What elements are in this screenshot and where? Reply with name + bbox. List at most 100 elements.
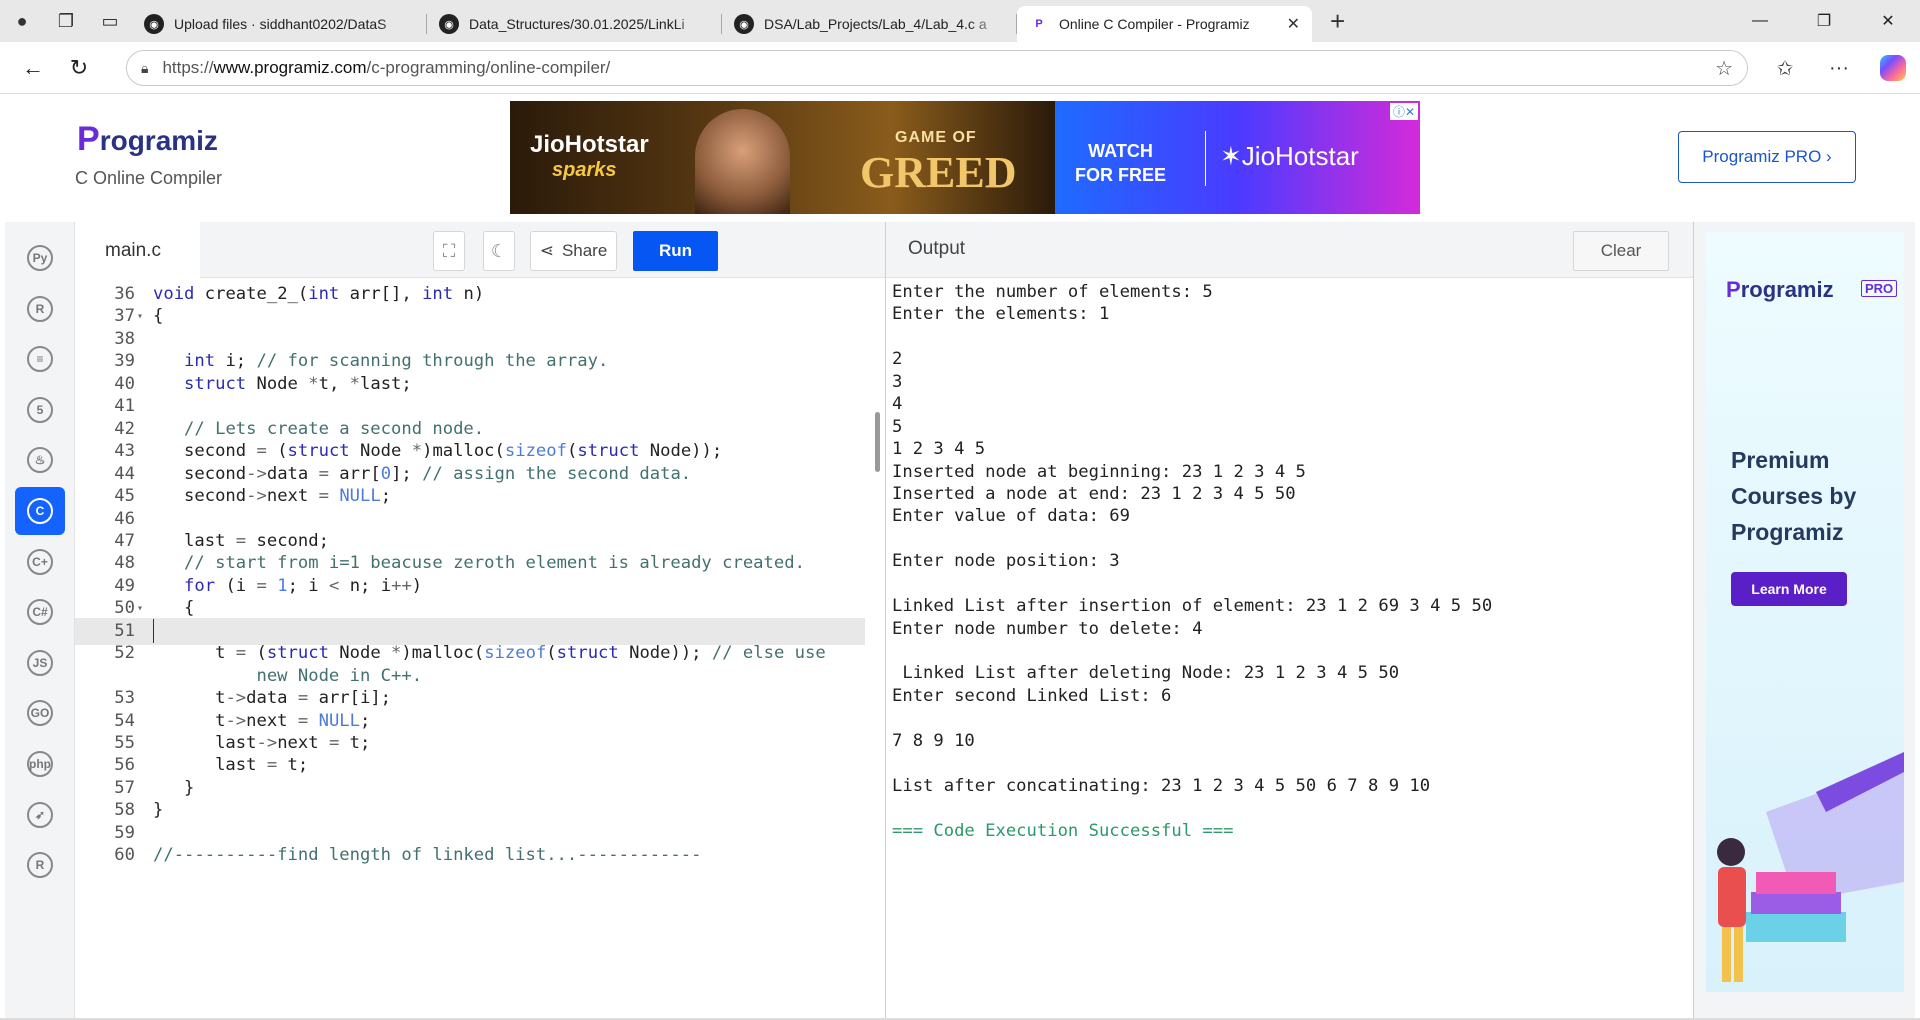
copilot-icon[interactable] bbox=[1866, 55, 1920, 81]
sidebar-lang-cpp[interactable]: C+ bbox=[15, 538, 65, 586]
favorites-icon[interactable]: ✩ bbox=[1758, 56, 1812, 81]
line-number: 56 bbox=[114, 755, 135, 776]
github-icon: ◉ bbox=[144, 14, 164, 34]
code-line: } bbox=[153, 800, 164, 821]
tab-actions-icon[interactable]: ▭ bbox=[88, 0, 132, 42]
line-number: 41 bbox=[114, 396, 135, 417]
output-console[interactable]: Enter the number of elements: 5 Enter the… bbox=[892, 281, 1492, 842]
sidebar-lang-go[interactable]: GO bbox=[15, 689, 65, 737]
fold-toggle-icon[interactable]: ▾ bbox=[137, 603, 143, 614]
output-line: Enter value of data: 69 bbox=[892, 506, 1130, 527]
editor-scrollbar[interactable] bbox=[873, 282, 883, 1012]
sidebar-lang-js[interactable]: JS bbox=[15, 639, 65, 687]
tab-title: Data_Structures/30.01.2025/LinkLi bbox=[469, 16, 685, 32]
programiz-pro-button[interactable]: Programiz PRO › bbox=[1678, 131, 1856, 183]
refresh-button[interactable]: ↻ bbox=[56, 45, 102, 91]
line-number: 42 bbox=[114, 418, 135, 439]
minimize-button[interactable]: — bbox=[1728, 0, 1792, 42]
code-line: } bbox=[153, 777, 195, 798]
ad-close-icon[interactable]: ⓘ✕ bbox=[1389, 103, 1418, 120]
new-tab-button[interactable]: + bbox=[1330, 6, 1345, 37]
sidebar-lang-swift[interactable]: ➶ bbox=[15, 791, 65, 839]
sql-icon: ≡ bbox=[27, 346, 53, 373]
sidebar-lang-rust[interactable]: R bbox=[15, 841, 65, 889]
line-number: 45 bbox=[114, 486, 135, 507]
run-button[interactable]: Run bbox=[633, 231, 718, 271]
output-line: 4 bbox=[892, 394, 903, 415]
banner-show-top: GAME OF bbox=[895, 129, 977, 146]
ad-card[interactable]: Programiz PRO Premium Courses by Program… bbox=[1706, 232, 1904, 992]
ad-pro-badge: PRO bbox=[1861, 280, 1898, 297]
language-sidebar: Py R ≡ 5 ♨ C C+ C# JS GO php ➶ R bbox=[5, 222, 75, 1018]
sidebar-lang-csharp[interactable]: C# bbox=[15, 588, 65, 636]
html-icon: 5 bbox=[27, 396, 53, 423]
share-button[interactable]: ⋖ Share bbox=[530, 231, 617, 271]
cpp-icon: C+ bbox=[27, 548, 53, 575]
banner-brand: JioHotstar bbox=[530, 131, 649, 158]
tab-title: DSA/Lab_Projects/Lab_4/Lab_4.c a bbox=[764, 16, 987, 32]
page-header: Programiz C Online Compiler JioHotstar s… bbox=[5, 94, 1915, 222]
sidebar-lang-c[interactable]: C bbox=[15, 487, 65, 535]
output-line: 3 bbox=[892, 371, 903, 392]
back-button[interactable]: ← bbox=[10, 45, 56, 91]
code-area[interactable]: 36 void create_2_(int arr[], int n) 37 ▾{38… bbox=[75, 284, 885, 1018]
favorite-star-icon[interactable]: ☆ bbox=[1715, 56, 1733, 81]
page-subtitle: C Online Compiler bbox=[75, 168, 223, 188]
github-icon: ◉ bbox=[439, 14, 459, 34]
sidebar-lang-php[interactable]: php bbox=[15, 740, 65, 788]
ad-banner[interactable]: JioHotstar sparks GAME OF GREED WATCH FOR… bbox=[510, 101, 1420, 214]
clear-button[interactable]: Clear bbox=[1573, 231, 1669, 271]
output-line: 5 bbox=[892, 416, 903, 437]
close-window-button[interactable]: ✕ bbox=[1856, 0, 1920, 42]
line-number: 39 bbox=[114, 351, 135, 372]
output-line: Linked List after insertion of element: … bbox=[892, 596, 1493, 617]
tab-strip: ● ❐ ▭ ◉ Upload files · siddhant0202/DataS… bbox=[0, 0, 1920, 42]
browser-tab[interactable]: ◉ Data_Structures/30.01.2025/LinkLi bbox=[427, 6, 722, 42]
code-line: new Node in C++. bbox=[256, 665, 423, 686]
line-number: 54 bbox=[114, 710, 135, 731]
output-line: Inserted a node at end: 23 1 2 3 4 5 50 bbox=[892, 483, 1296, 504]
line-number: 43 bbox=[114, 441, 135, 462]
output-line: Enter the number of elements: 5 bbox=[892, 282, 1213, 302]
browser-tab[interactable]: P Online C Compiler - Programiz ✕ bbox=[1017, 6, 1312, 42]
window-controls: — ❐ ✕ bbox=[1728, 0, 1920, 42]
browser-tab[interactable]: ◉ DSA/Lab_Projects/Lab_4/Lab_4.c a bbox=[722, 6, 1017, 42]
code-line: second = (struct Node *)malloc(sizeof(st… bbox=[153, 441, 723, 462]
js-icon: JS bbox=[27, 649, 53, 676]
browser-tab[interactable]: ◉ Upload files · siddhant0202/DataS bbox=[132, 6, 427, 42]
sidebar-lang-java[interactable]: ♨ bbox=[15, 436, 65, 484]
close-tab-icon[interactable]: ✕ bbox=[1287, 14, 1300, 34]
output-line: Enter node position: 3 bbox=[892, 551, 1120, 572]
java-icon: ♨ bbox=[27, 447, 53, 474]
sidebar-lang-python[interactable]: Py bbox=[15, 234, 65, 282]
output-line: 7 8 9 10 bbox=[892, 730, 975, 751]
workspaces-icon[interactable]: ❐ bbox=[44, 0, 88, 42]
sidebar-lang-r[interactable]: R bbox=[15, 285, 65, 333]
share-icon: ⋖ bbox=[539, 241, 554, 260]
ad-heading: Premium Courses by Programiz bbox=[1731, 447, 1857, 545]
profile-icon[interactable]: ● bbox=[0, 0, 44, 42]
output-line: Enter second Linked List: 6 bbox=[892, 685, 1172, 706]
url-field[interactable]: 🔒︎ https://www.programiz.com/c-programmi… bbox=[126, 50, 1748, 86]
line-number: 50 bbox=[114, 598, 135, 619]
line-number: 57 bbox=[114, 777, 135, 798]
fullscreen-icon[interactable]: ⛶ bbox=[433, 231, 465, 271]
code-line: t = (struct Node *)malloc(sizeof(struct … bbox=[153, 643, 826, 664]
ad-logo: Programiz bbox=[1726, 277, 1834, 302]
programiz-logo[interactable]: Programiz bbox=[77, 120, 218, 159]
tab-title: Online C Compiler - Programiz bbox=[1059, 16, 1250, 32]
dark-mode-icon[interactable]: ☾ bbox=[483, 231, 515, 271]
file-tab[interactable]: main.c bbox=[75, 222, 200, 279]
fold-toggle-icon[interactable]: ▾ bbox=[137, 311, 143, 322]
url-host: www.programiz.com bbox=[213, 58, 367, 77]
sidebar-lang-sql[interactable]: ≡ bbox=[15, 335, 65, 383]
maximize-button[interactable]: ❐ bbox=[1792, 0, 1856, 42]
line-number: 53 bbox=[114, 688, 135, 709]
more-menu-icon[interactable]: ··· bbox=[1812, 57, 1866, 80]
sidebar-lang-html[interactable]: 5 bbox=[15, 386, 65, 434]
learn-more-button[interactable]: Learn More bbox=[1731, 572, 1847, 606]
browser-window: ● ❐ ▭ ◉ Upload files · siddhant0202/DataS… bbox=[0, 0, 1920, 1020]
